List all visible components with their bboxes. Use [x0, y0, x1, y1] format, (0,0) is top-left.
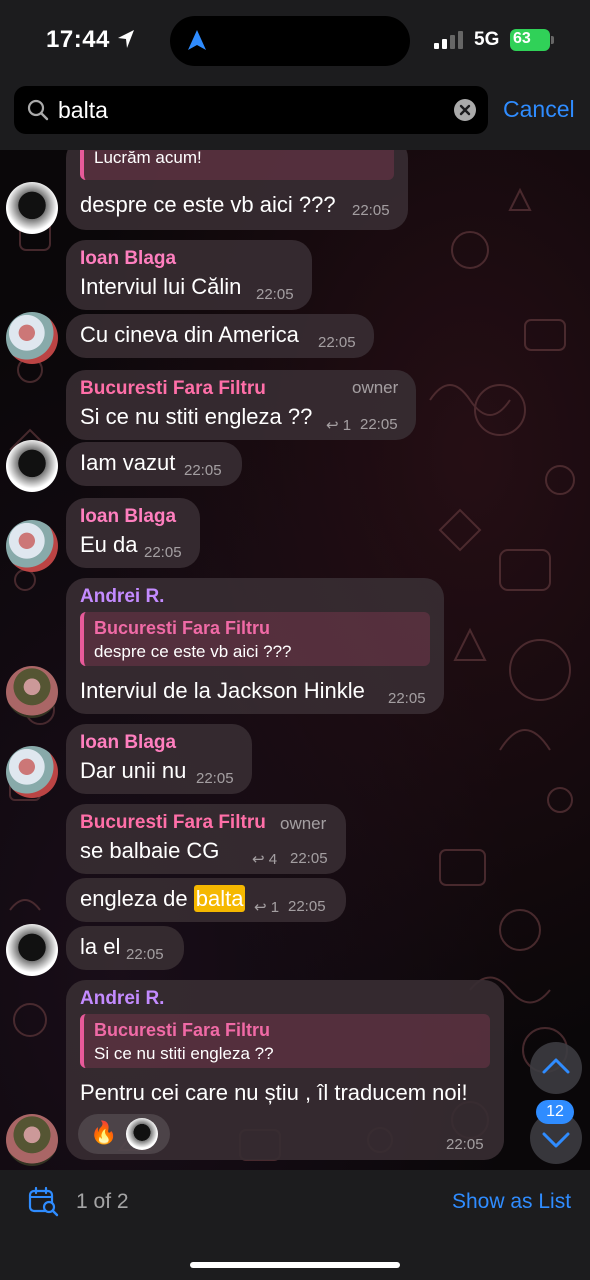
reaction-avatar: [126, 1118, 158, 1150]
message-time: 22:05: [388, 690, 426, 707]
avatar[interactable]: [6, 746, 58, 798]
avatar[interactable]: [6, 520, 58, 572]
avatar[interactable]: [6, 182, 58, 234]
search-input[interactable]: balta: [58, 97, 108, 124]
message-bubble[interactable]: Bucuresti Fara Filtru owner se balbaie C…: [66, 804, 346, 874]
reactions-bar[interactable]: 🔥: [78, 1114, 170, 1154]
chevron-up-icon: [542, 1058, 570, 1074]
quote-text: despre ce este vb aici ???: [94, 642, 292, 661]
reply-count[interactable]: ↩ 1: [326, 416, 351, 434]
location-arrow-icon: [118, 30, 134, 48]
search-header: balta Cancel: [0, 80, 590, 150]
status-time: 17:44: [46, 26, 110, 53]
reply-quote[interactable]: Bucuresti Fara Filtru Si ce nu stiti eng…: [80, 1014, 490, 1068]
unread-count-badge: 12: [536, 1100, 574, 1124]
cancel-button[interactable]: Cancel: [503, 96, 575, 123]
fire-reaction-icon[interactable]: 🔥: [90, 1120, 117, 1146]
message-text: se balbaie CG: [80, 838, 220, 863]
message-text: Interviul de la Jackson Hinkle: [80, 678, 365, 703]
home-indicator[interactable]: [190, 1262, 400, 1268]
message-time: 22:05: [126, 946, 164, 963]
sender-name[interactable]: Ioan Blaga: [80, 506, 176, 528]
reply-quote[interactable]: Bucuresti Fara Filtru despre ce este vb …: [80, 612, 430, 666]
quote-author: Bucuresti Fara Filtru: [94, 618, 271, 638]
sender-name[interactable]: Ioan Blaga: [80, 732, 176, 754]
message-text: Si ce nu stiti engleza ??: [80, 404, 313, 429]
message-time: 22:05: [288, 898, 326, 915]
message-bubble[interactable]: Andrei R. Bucuresti Fara Filtru despre c…: [66, 578, 444, 714]
message-bubble[interactable]: Ioan Blaga Eu da 22:05: [66, 498, 200, 568]
message-bubble[interactable]: Bucuresti Fara Filtru owner Si ce nu sti…: [66, 370, 416, 440]
sender-name[interactable]: Bucuresti Fara Filtru: [80, 378, 266, 400]
message-text-before: engleza de: [80, 886, 194, 911]
quote-text: Si ce nu stiti engleza ??: [94, 1044, 274, 1063]
message-time: 22:05: [446, 1136, 484, 1153]
message-bubble[interactable]: engleza de balta ↩ 1 22:05: [66, 878, 346, 922]
avatar[interactable]: [6, 924, 58, 976]
sender-name[interactable]: Andrei R.: [80, 988, 164, 1010]
message-bubble[interactable]: Ioan Blaga Interviul lui Călin 22:05: [66, 240, 312, 310]
message-bubble[interactable]: Ioan Blaga Dar unii nu 22:05: [66, 724, 252, 794]
message-text: Eu da: [80, 532, 138, 557]
bottom-bar: 1 of 2 Show as List: [0, 1170, 590, 1280]
network-type: 5G: [474, 29, 500, 50]
message-bubble[interactable]: Iam vazut 22:05: [66, 442, 242, 486]
message-time: 22:05: [360, 416, 398, 433]
search-match-highlight: balta: [193, 885, 246, 912]
message-text: despre ce este vb aici ???: [80, 192, 336, 217]
sender-name[interactable]: Ioan Blaga: [80, 248, 176, 270]
message-time: 22:05: [290, 850, 328, 867]
signal-icon: [434, 31, 463, 49]
quote-author: Bucuresti Fara Filtru: [94, 1020, 271, 1040]
sender-name[interactable]: Andrei R.: [80, 586, 164, 608]
message-time: 22:05: [184, 462, 222, 479]
avatar[interactable]: [6, 312, 58, 364]
calendar-search-icon[interactable]: [28, 1186, 60, 1218]
reply-quote[interactable]: Lucrăm acum!: [80, 150, 394, 180]
status-bar: 17:44 5G 63: [0, 0, 590, 80]
message-text: Pentru cei care nu știu , îl traducem no…: [80, 1080, 468, 1105]
avatar[interactable]: [6, 1114, 58, 1166]
scroll-up-button[interactable]: [530, 1042, 582, 1094]
message-text: Iam vazut: [80, 450, 176, 475]
sender-name[interactable]: Bucuresti Fara Filtru: [80, 812, 266, 834]
message-text: Dar unii nu: [80, 758, 187, 783]
avatar[interactable]: [6, 666, 58, 718]
message-time: 22:05: [352, 202, 390, 219]
message-bubble[interactable]: Cu cineva din America 22:05: [66, 314, 374, 358]
navigation-icon: [188, 30, 206, 50]
result-pager: 1 of 2: [76, 1190, 129, 1213]
message-time: 22:05: [256, 286, 294, 303]
message-text: Interviul lui Călin: [80, 274, 242, 299]
reply-count[interactable]: ↩ 4: [252, 850, 277, 868]
message-text: engleza de balta: [80, 885, 246, 912]
search-icon: [27, 99, 49, 121]
show-as-list-button[interactable]: Show as List: [452, 1190, 571, 1214]
reply-count[interactable]: ↩ 1: [254, 898, 279, 916]
message-time: 22:05: [144, 544, 182, 561]
avatar[interactable]: [6, 440, 58, 492]
message-time: 22:05: [196, 770, 234, 787]
battery-level: 63: [513, 30, 531, 47]
owner-badge: owner: [352, 378, 399, 397]
quote-text: Lucrăm acum!: [94, 150, 202, 167]
chat-area[interactable]: Lucrăm acum! despre ce este vb aici ??? …: [0, 150, 590, 1170]
owner-badge: owner: [280, 814, 327, 833]
message-bubble[interactable]: Andrei R. Bucuresti Fara Filtru Si ce nu…: [66, 980, 504, 1160]
message-time: 22:05: [318, 334, 356, 351]
search-field[interactable]: balta: [14, 86, 488, 134]
message-text: la el: [80, 934, 121, 959]
clear-icon[interactable]: [454, 99, 476, 121]
message-bubble[interactable]: la el 22:05: [66, 926, 184, 970]
message-bubble[interactable]: Lucrăm acum! despre ce este vb aici ??? …: [66, 150, 408, 230]
message-text: Cu cineva din America: [80, 322, 299, 347]
battery-indicator: 63: [510, 29, 554, 51]
